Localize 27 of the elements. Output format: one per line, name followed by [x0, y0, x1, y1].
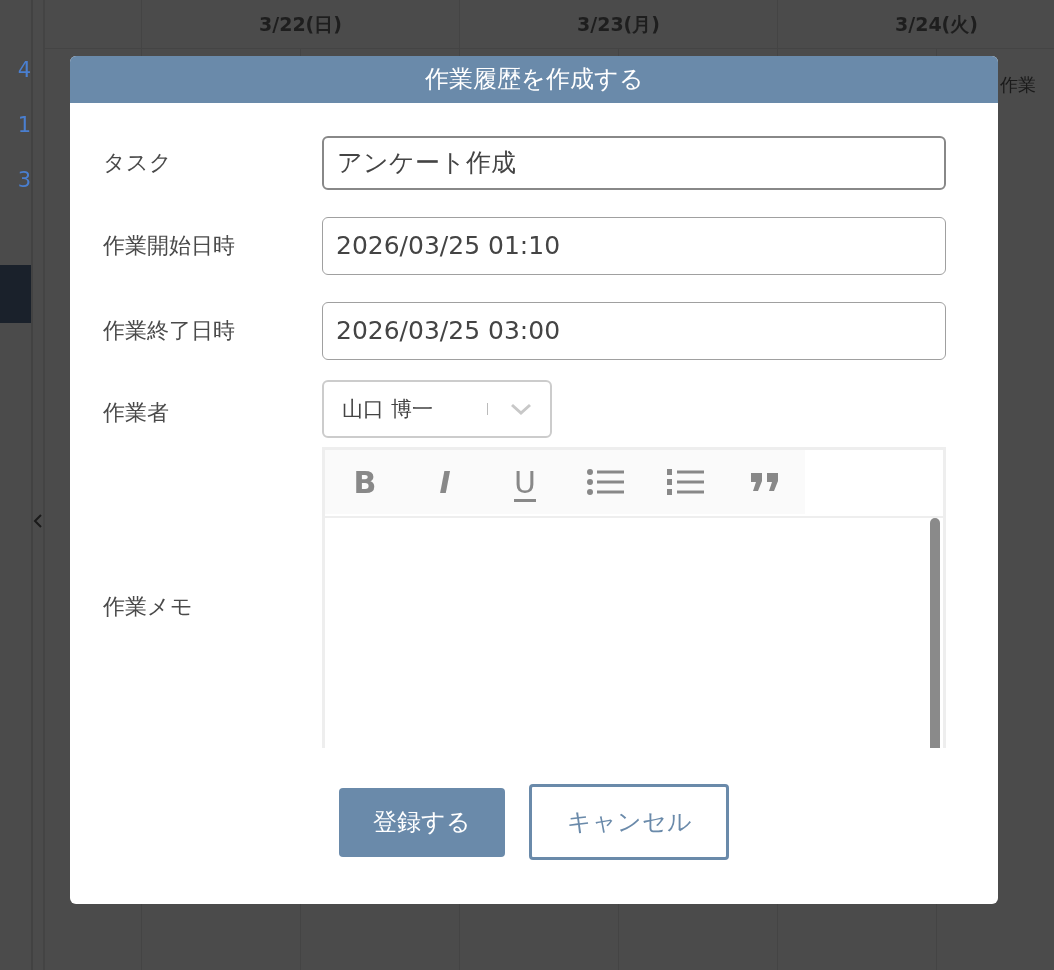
text-field[interactable]: 2026/03/25 01:10: [322, 217, 946, 275]
day-number[interactable]: 3: [17, 166, 31, 194]
chevron-down-icon: [510, 403, 532, 415]
dialog-title: 作業履歴を作成する: [70, 56, 998, 103]
selected-item-background: [0, 265, 31, 323]
field-label: 作業者: [103, 398, 170, 427]
field-label: 作業メモ: [103, 592, 194, 621]
field-label: タスク: [103, 149, 173, 177]
text-field[interactable]: アンケート作成: [322, 136, 946, 190]
field-label: 作業終了日時: [103, 317, 236, 345]
chevron-left-icon[interactable]: [33, 513, 43, 529]
quote-icon: [750, 471, 780, 493]
memo-editor[interactable]: B I U: [322, 447, 946, 748]
numbered-list-icon: [666, 466, 704, 498]
text-field[interactable]: 2026/03/25 03:00: [322, 302, 946, 360]
day-number[interactable]: 1: [17, 111, 31, 139]
underline-button[interactable]: U: [485, 450, 565, 514]
quote-button[interactable]: [725, 450, 805, 514]
select-field[interactable]: 山口 博一: [322, 380, 552, 438]
day-number[interactable]: 4: [17, 56, 31, 84]
scrollbar-thumb[interactable]: [930, 518, 940, 748]
field-label: 作業開始日時: [103, 232, 236, 260]
bullet-list-icon: [586, 466, 624, 498]
cancel-button[interactable]: キャンセル: [529, 784, 729, 860]
register-button[interactable]: 登録する: [339, 787, 505, 857]
italic-button[interactable]: I: [405, 450, 485, 514]
bold-button[interactable]: B: [325, 450, 405, 514]
